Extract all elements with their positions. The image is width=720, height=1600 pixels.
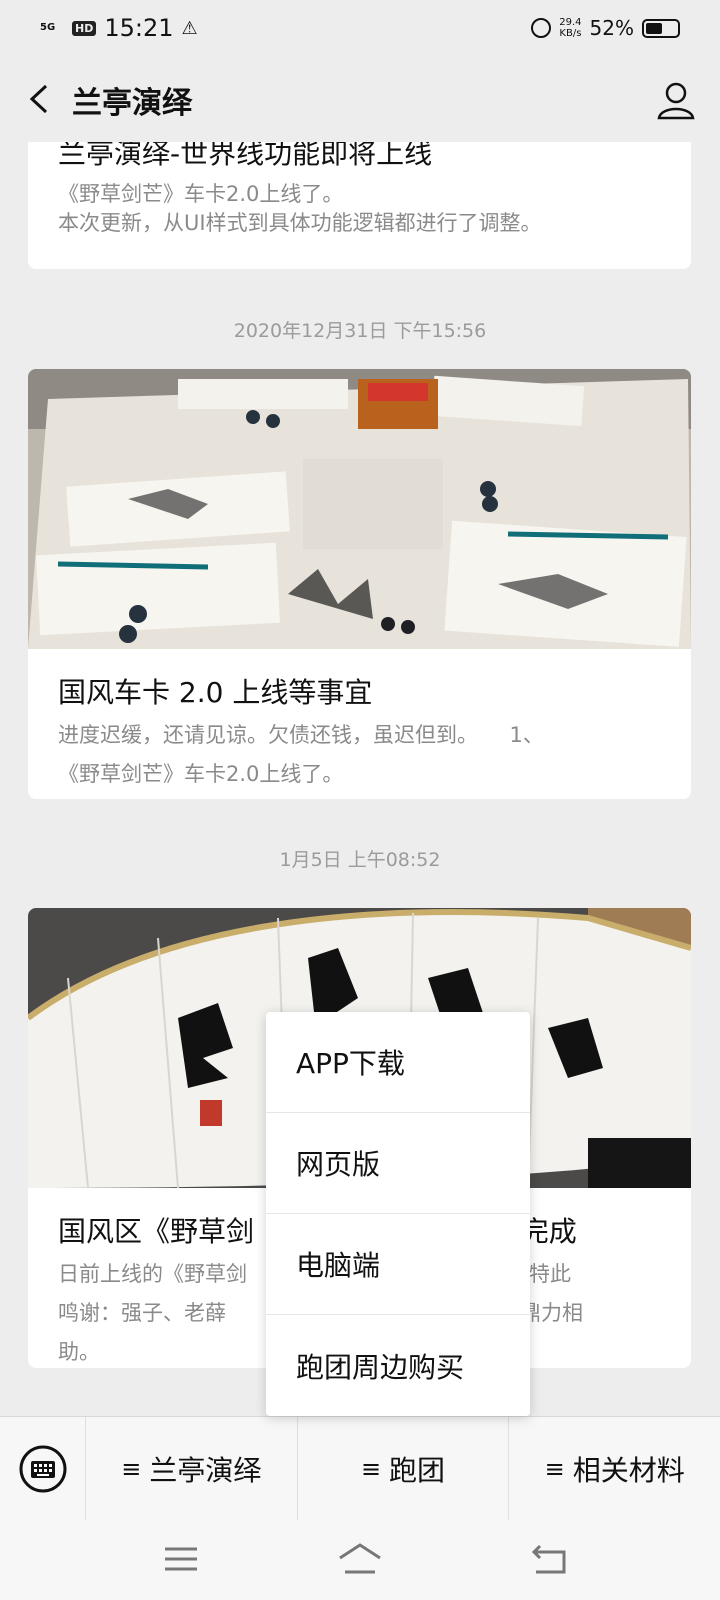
- clock: 15:21: [104, 14, 174, 42]
- menu-lines-icon: ≡: [544, 1454, 565, 1483]
- article-title: 兰亭演绎-世界线功能即将上线: [58, 142, 433, 170]
- keyboard-toggle-button[interactable]: [0, 1416, 86, 1521]
- submenu-popup: APP下载 网页版 电脑端 跑团周边购买: [266, 1012, 530, 1416]
- menu-item-app-download[interactable]: APP下载: [266, 1012, 530, 1113]
- system-navigation-bar: [0, 1520, 720, 1600]
- menu-tab-materials[interactable]: ≡ 相关材料: [509, 1417, 720, 1521]
- network-speed-unit: KB/s: [559, 28, 582, 39]
- page-title: 兰亭演绎: [72, 86, 192, 121]
- menu-tab-lanting[interactable]: ≡ 兰亭演绎: [86, 1416, 298, 1521]
- status-left: 5G HD 15:21 ⚠: [40, 14, 198, 42]
- recent-apps-icon[interactable]: [161, 1542, 201, 1576]
- profile-icon[interactable]: [656, 80, 696, 120]
- network-speed: 29.4 KB/s: [559, 17, 581, 39]
- title-bar: 兰亭演绎: [0, 56, 720, 142]
- battery-icon: [642, 18, 680, 38]
- tabletop-game-photo: [28, 369, 691, 649]
- official-account-menu-bar: ≡ 兰亭演绎 ≡ 跑团 ≡ 相关材料: [0, 1416, 720, 1521]
- status-bar: 5G HD 15:21 ⚠ 29.4 KB/s 52%: [0, 0, 720, 56]
- article-desc-line: 《野草剑芒》车卡2.0上线了。: [58, 762, 344, 786]
- article-desc-left: 日前上线的《野草剑: [58, 1262, 247, 1286]
- back-nav-icon[interactable]: [530, 1542, 570, 1576]
- menu-tab-label: 兰亭演绎: [149, 1453, 262, 1487]
- menu-tab-label: 相关材料: [572, 1453, 685, 1487]
- battery-percent: 52%: [589, 16, 634, 40]
- menu-lines-icon: ≡: [121, 1454, 142, 1483]
- menu-tab-paotuan[interactable]: ≡ 跑团: [298, 1416, 510, 1521]
- menu-tab-label: 跑团: [389, 1453, 446, 1487]
- message-timestamp: 1月5日 上午08:52: [279, 849, 441, 871]
- network-speed-value: 29.4: [559, 17, 582, 28]
- menu-item-desktop[interactable]: 电脑端: [266, 1214, 530, 1315]
- article-card[interactable]: 兰亭演绎-世界线功能即将上线 《野草剑芒》车卡2.0上线了。 本次更新，从UI样…: [28, 142, 691, 269]
- alarm-icon: [531, 18, 552, 38]
- battery-fill: [646, 22, 662, 34]
- home-icon[interactable]: [337, 1542, 383, 1576]
- message-timestamp: 2020年12月31日 下午15:56: [233, 320, 487, 342]
- article-desc-line: 本次更新，从UI样式到具体功能逻辑都进行了调整。: [58, 211, 542, 235]
- menu-item-merch-shop[interactable]: 跑团周边购买: [266, 1315, 530, 1416]
- article-desc-left: 鸣谢：强子、老薛: [58, 1301, 226, 1325]
- back-arrow-icon[interactable]: [26, 84, 54, 114]
- network-indicator: 5G: [40, 22, 56, 33]
- article-title: 国风车卡 2.0 上线等事宜: [58, 676, 373, 709]
- hd-badge: HD: [72, 20, 97, 36]
- article-title-left: 国风区《野草剑: [58, 1215, 255, 1248]
- article-card[interactable]: 国风车卡 2.0 上线等事宜 进度迟缓，还请见谅。欠债还钱，虽迟但到。 1、 《…: [28, 369, 691, 799]
- article-desc-line: 《野草剑芒》车卡2.0上线了。: [58, 182, 344, 206]
- status-right: 29.4 KB/s 52%: [531, 16, 680, 40]
- menu-item-web-version[interactable]: 网页版: [266, 1113, 530, 1214]
- menu-lines-icon: ≡: [360, 1454, 382, 1483]
- keyboard-icon: [19, 1445, 66, 1492]
- warning-icon: ⚠: [181, 17, 198, 39]
- article-desc-line: 进度迟缓，还请见谅。欠债还钱，虽迟但到。 1、: [58, 723, 544, 747]
